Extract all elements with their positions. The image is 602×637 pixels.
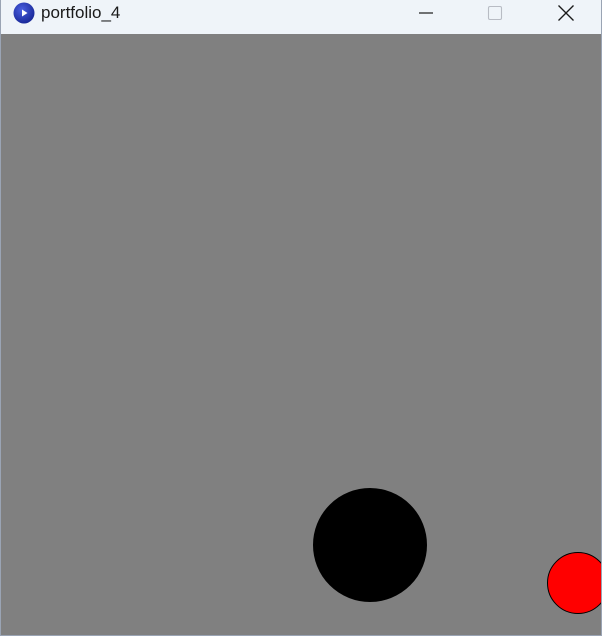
title-bar[interactable]: portfolio_4 — [1, 0, 601, 34]
maximize-button[interactable] — [472, 0, 518, 26]
black-circle — [313, 488, 427, 602]
processing-app-icon — [13, 2, 35, 24]
red-circle — [547, 552, 601, 614]
close-icon — [558, 5, 574, 21]
sketch-canvas[interactable] — [1, 34, 601, 635]
close-button[interactable] — [543, 0, 589, 26]
minimize-button[interactable] — [403, 0, 449, 26]
window-title: portfolio_4 — [41, 3, 121, 22]
app-window: portfolio_4 — [0, 0, 602, 636]
maximize-icon — [487, 5, 503, 21]
minimize-icon — [419, 12, 433, 14]
